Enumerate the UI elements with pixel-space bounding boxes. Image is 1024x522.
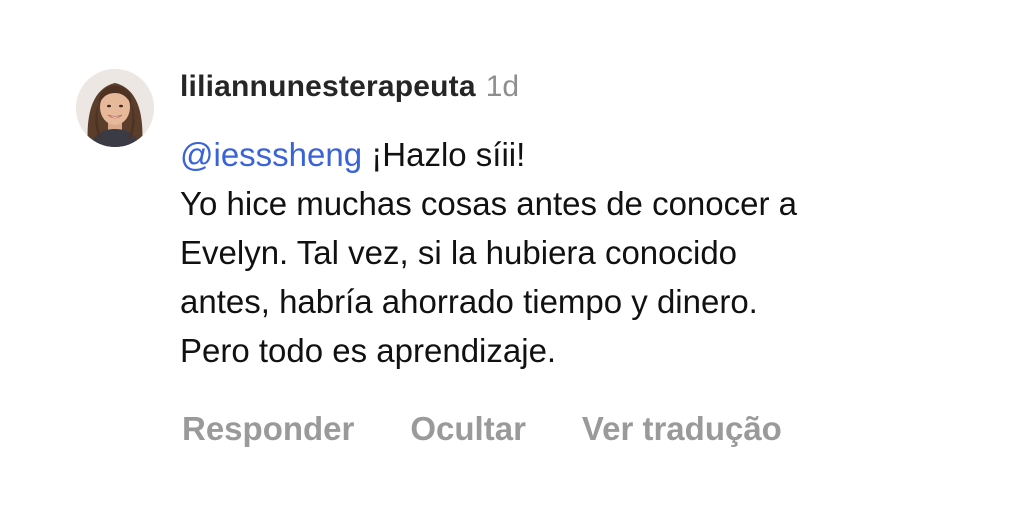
see-translation-button[interactable]: Ver tradução (582, 410, 782, 448)
comment-actions: Responder Ocultar Ver tradução (182, 410, 838, 448)
comment-line: Evelyn. Tal vez, si la hubiera conocido (180, 234, 738, 271)
comment-line: Yo hice muchas cosas antes de conocer a (180, 185, 797, 222)
comment-line-first: @iesssheng ¡Hazlo síii! (180, 130, 1000, 179)
comment-header: liliannunesterapeuta 1d (180, 70, 519, 110)
comment: liliannunesterapeuta 1d @iesssheng ¡Hazl… (0, 0, 1024, 522)
comment-first-line-text: ¡Hazlo síii! (371, 136, 526, 173)
username-link[interactable]: liliannunesterapeuta (180, 70, 476, 104)
avatar-photo (76, 69, 154, 147)
mention-link[interactable]: @iesssheng (180, 136, 362, 173)
avatar[interactable] (76, 69, 154, 147)
comment-line: Pero todo es aprendizaje. (180, 332, 557, 369)
reply-button[interactable]: Responder (182, 410, 354, 448)
comment-line: antes, habría ahorrado tiempo y dinero. (180, 283, 758, 320)
hide-button[interactable]: Ocultar (410, 410, 526, 448)
timestamp: 1d (485, 70, 520, 103)
comment-text: @iesssheng ¡Hazlo síii! Yo hice muchas c… (180, 130, 1000, 375)
